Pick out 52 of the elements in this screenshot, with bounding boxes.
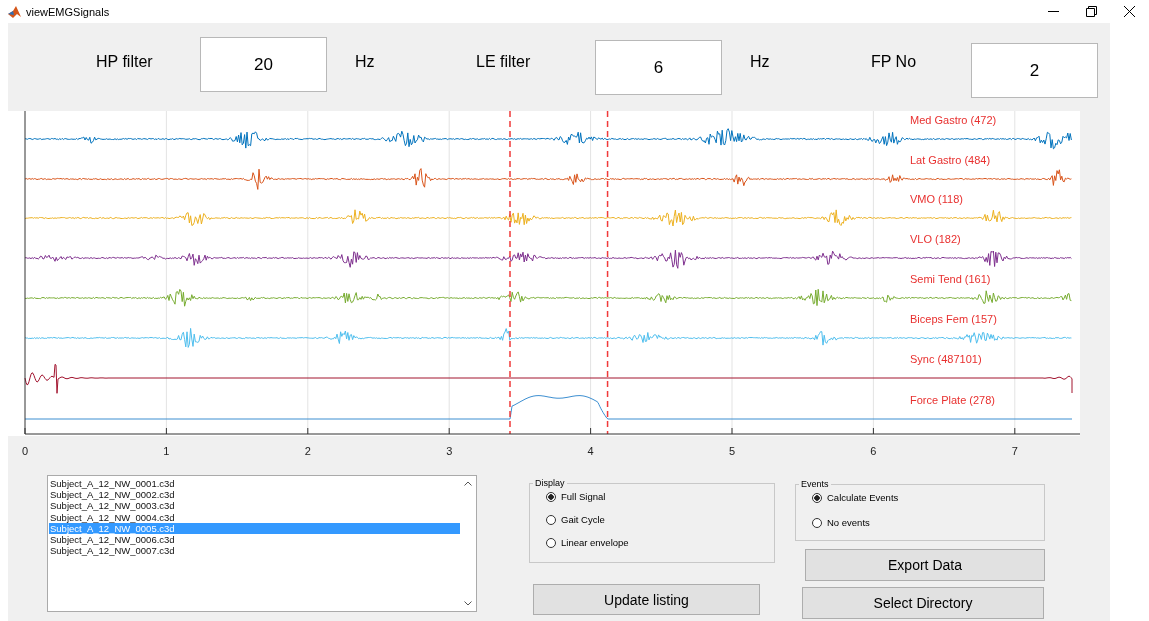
update-listing-button[interactable]: Update listing: [533, 584, 760, 615]
file-list-item[interactable]: Subject_A_12_NW_0004.c3d: [49, 511, 460, 523]
close-icon[interactable]: [1124, 6, 1135, 17]
input-field[interactable]: 6: [595, 40, 722, 95]
directory-button[interactable]: Select Directory: [802, 587, 1044, 619]
radio-label: No events: [827, 517, 870, 528]
input-field[interactable]: 2: [971, 43, 1098, 98]
trace-label: VMO (118): [910, 193, 963, 205]
scroll-up-icon[interactable]: [463, 481, 472, 486]
file-list-item[interactable]: Subject_A_12_NW_0001.c3d: [49, 478, 460, 490]
group-title: Events: [800, 479, 830, 489]
window-title: viewEMGSignals: [26, 5, 111, 18]
group-title: Display: [534, 478, 566, 488]
trace-label: Semi Tend (161): [910, 273, 991, 285]
radio-button[interactable]: [546, 537, 556, 548]
file-list-item[interactable]: Subject_A_12_NW_0006.c3d: [49, 534, 460, 546]
trace-label: VLO (182): [910, 233, 961, 245]
trace-label: Sync (487101): [910, 353, 982, 365]
file-list-item[interactable]: Subject_A_12_NW_0003.c3d: [49, 500, 460, 512]
radio-button[interactable]: [546, 514, 556, 525]
field-label: HP filter: [96, 53, 154, 71]
app-logo-icon: [8, 5, 21, 18]
tick-label: 6: [870, 445, 877, 457]
radio-label: Linear envelope: [561, 537, 629, 548]
trace-label: Med Gastro (472): [910, 114, 997, 126]
input-field[interactable]: 20: [200, 37, 327, 92]
tick-label: 0: [21, 445, 29, 457]
field-label: FP No: [871, 53, 918, 71]
restore-icon[interactable]: [1086, 6, 1097, 17]
field-label: LE filter: [476, 53, 532, 71]
unit-label: Hz: [355, 53, 376, 71]
tick-label: 4: [587, 445, 594, 457]
tick-label: 7: [1011, 445, 1018, 457]
file-list-item[interactable]: Subject_A_12_NW_0007.c3d: [49, 545, 460, 557]
scroll-down-icon[interactable]: [463, 601, 472, 606]
trace-label: Biceps Fem (157): [910, 313, 997, 325]
export-button[interactable]: Export Data: [805, 549, 1045, 581]
radio-label: Gait Cycle: [561, 514, 605, 525]
tick-label: 2: [304, 445, 311, 457]
file-list-item[interactable]: Subject_A_12_NW_0002.c3d: [49, 489, 460, 501]
radio-button[interactable]: [812, 492, 822, 503]
file-listbox[interactable]: Subject_A_12_NW_0001.c3d Subject_A_12_NW_0002.c3d Subject_A_12_NW_0003.c3d Subject_A_12_NW_0004.c3d Subject_A_12_NW_0005.c3d Subject_A_12_NW_0006.c3d Subject_A_12_NW_0007.c3d: [47, 475, 477, 612]
radio-label: Full Signal: [561, 491, 606, 502]
trace-label: Lat Gastro (484): [910, 154, 991, 166]
tick-label: 1: [163, 445, 170, 457]
tick-label: 5: [728, 445, 736, 457]
trace-label: Force Plate (278): [910, 394, 995, 406]
unit-label: Hz: [750, 53, 771, 71]
radio-button[interactable]: [812, 517, 822, 528]
radio-label: Calculate Events: [827, 492, 899, 503]
tick-label: 3: [446, 445, 453, 457]
radio-button[interactable]: [546, 491, 556, 502]
